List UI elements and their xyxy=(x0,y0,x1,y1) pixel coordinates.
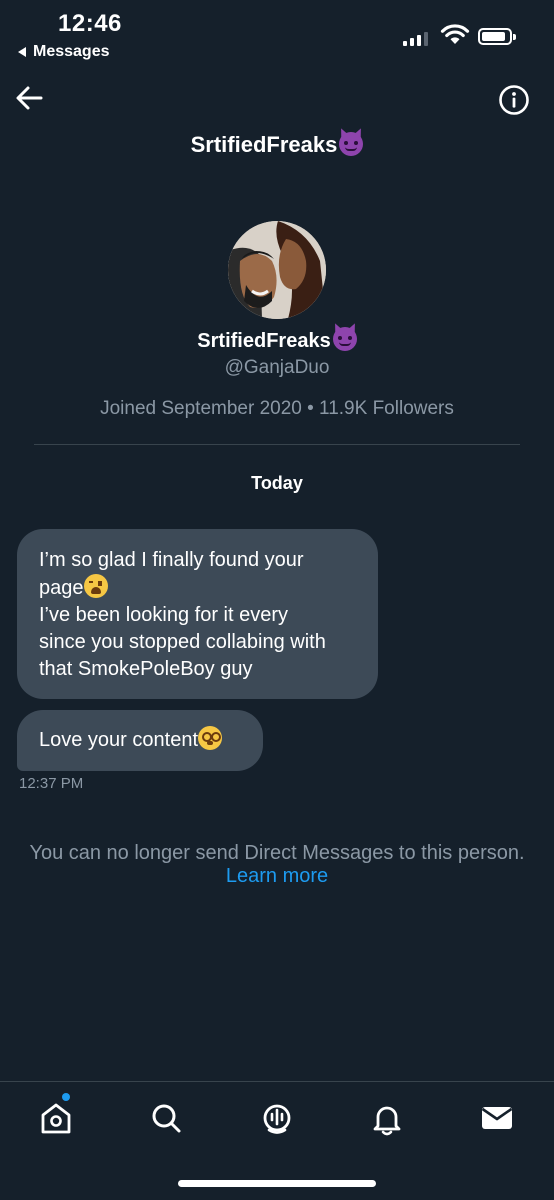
date-separator: Today xyxy=(251,473,303,493)
search-icon[interactable] xyxy=(146,1098,186,1138)
dizzy-face-emoji-icon xyxy=(198,726,222,750)
messages-icon[interactable] xyxy=(477,1098,517,1138)
message-bubble[interactable]: I’m so glad I finally found your page I’… xyxy=(17,529,378,699)
avatar-illustration-icon xyxy=(228,221,326,319)
profile-name[interactable]: SrtifiedFreaks xyxy=(0,327,554,353)
status-time: 12:46 xyxy=(58,10,122,37)
home-notification-dot xyxy=(62,1093,70,1101)
home-icon[interactable] xyxy=(36,1098,76,1138)
conversation-title-text: SrtifiedFreaks xyxy=(190,132,338,157)
message-line: I’m so glad I finally found your xyxy=(39,549,304,571)
conversation-title[interactable]: SrtifiedFreaks xyxy=(0,132,554,158)
weary-face-emoji-icon xyxy=(83,574,108,598)
notifications-icon[interactable] xyxy=(367,1098,407,1138)
dm-restriction-notice: You can no longer send Direct Messages t… xyxy=(29,842,525,864)
battery-icon xyxy=(478,28,516,45)
message-line: that SmokePoleBoy guy xyxy=(39,658,253,680)
profile-meta: Joined September 2020 • 11.9K Followers xyxy=(100,398,454,419)
message-line: since you stopped collabing with xyxy=(39,631,326,653)
message-line: page xyxy=(39,577,84,599)
profile-handle: @GanjaDuo xyxy=(224,357,330,378)
message-timestamp: 12:37 PM xyxy=(19,775,84,792)
smiling-imp-emoji-icon xyxy=(339,132,364,156)
message-line: I’ve been looking for it every xyxy=(39,604,289,626)
info-icon[interactable] xyxy=(498,84,530,116)
profile-name-text: SrtifiedFreaks xyxy=(197,330,331,352)
back-to-messages-app[interactable]: Messages xyxy=(18,43,110,61)
message-line: Love your content xyxy=(39,729,198,751)
wifi-icon xyxy=(440,24,470,44)
smiling-imp-emoji-icon xyxy=(332,327,357,351)
message-bubble[interactable]: Love your content xyxy=(17,710,263,771)
cellular-signal-icon xyxy=(403,30,428,46)
avatar[interactable] xyxy=(228,221,326,319)
home-indicator xyxy=(178,1180,376,1187)
spaces-icon[interactable] xyxy=(257,1098,297,1138)
back-triangle-icon xyxy=(18,47,26,57)
back-arrow-icon[interactable] xyxy=(14,84,44,112)
divider xyxy=(34,444,520,445)
back-app-label: Messages xyxy=(33,43,110,60)
learn-more-link[interactable]: Learn more xyxy=(0,865,554,888)
